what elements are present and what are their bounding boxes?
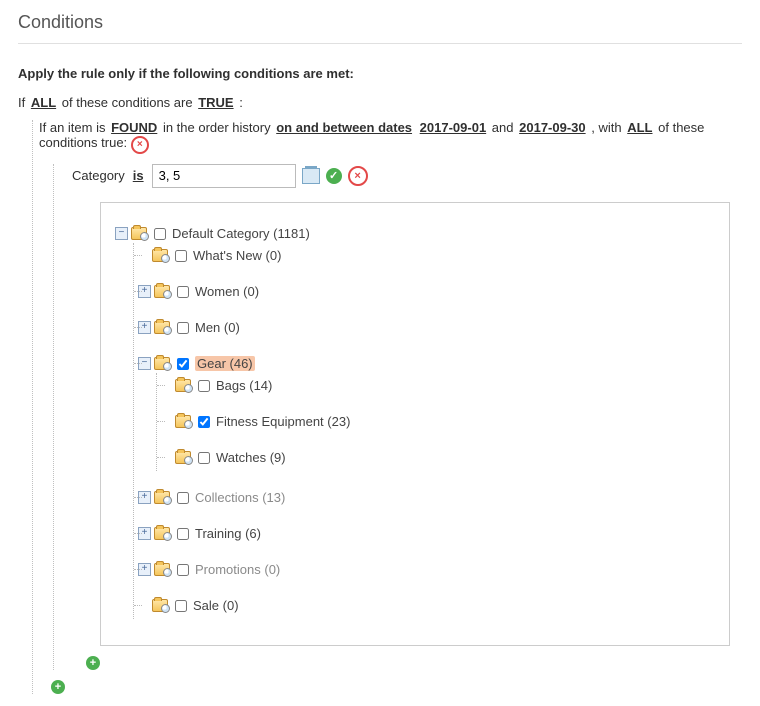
label-collections[interactable]: Collections (13) [195, 490, 285, 505]
folder-icon [131, 227, 147, 240]
checkbox-sale[interactable] [175, 600, 187, 612]
history-to-date[interactable]: 2017-09-30 [517, 120, 588, 135]
toggle-blank-icon [138, 600, 149, 611]
toggle-blank-icon [161, 452, 172, 463]
tree-node-watches: Watches (9) [161, 445, 715, 471]
checkbox-bags[interactable] [198, 380, 210, 392]
history-prefix: If an item is [39, 120, 105, 135]
tree-node-default-category: − Default Category (1181) What's New (0) [115, 221, 715, 623]
folder-icon [152, 249, 168, 262]
remove-history-rule-icon[interactable]: × [131, 136, 149, 154]
label-men[interactable]: Men (0) [195, 320, 240, 335]
add-condition-inner-icon[interactable]: + [86, 656, 100, 670]
tree-node-bags: Bags (14) [161, 373, 715, 399]
label-promotions[interactable]: Promotions (0) [195, 562, 280, 577]
root-value[interactable]: TRUE [196, 95, 235, 110]
toggle-blank-icon [161, 416, 172, 427]
label-watches[interactable]: Watches (9) [216, 450, 286, 465]
tree-node-men: + Men (0) [138, 315, 715, 341]
checkbox-whats-new[interactable] [175, 250, 187, 262]
checkbox-promotions[interactable] [177, 564, 189, 576]
toggle-blank-icon [161, 380, 172, 391]
folder-icon [154, 321, 170, 334]
tree-node-fitness: Fitness Equipment (23) [161, 409, 715, 435]
tree-node-whats-new: What's New (0) [138, 243, 715, 269]
history-and: and [492, 120, 514, 135]
folder-icon [152, 599, 168, 612]
toggle-blank-icon [138, 250, 149, 261]
history-mid2: , with [591, 120, 621, 135]
root-aggregator[interactable]: ALL [29, 95, 58, 110]
root-rule-suffix: : [239, 95, 243, 110]
chooser-open-icon[interactable] [302, 168, 320, 184]
tree-node-training: + Training (6) [138, 521, 715, 547]
expand-icon[interactable]: + [138, 527, 151, 540]
label-bags[interactable]: Bags (14) [216, 378, 272, 393]
collapse-icon[interactable]: − [115, 227, 128, 240]
label-sale[interactable]: Sale (0) [193, 598, 239, 613]
add-condition-outer-icon[interactable]: + [51, 680, 65, 694]
folder-icon [154, 527, 170, 540]
label-fitness[interactable]: Fitness Equipment (23) [216, 414, 350, 429]
history-rule-line: If an item is FOUND in the order history… [39, 120, 742, 154]
category-tree: − Default Category (1181) What's New (0) [100, 202, 730, 646]
checkbox-training[interactable] [177, 528, 189, 540]
label-women[interactable]: Women (0) [195, 284, 259, 299]
checkbox-collections[interactable] [177, 492, 189, 504]
expand-icon[interactable]: + [138, 563, 151, 576]
folder-icon [154, 563, 170, 576]
folder-icon [154, 357, 170, 370]
history-from-date[interactable]: 2017-09-01 [418, 120, 489, 135]
lead-text: Apply the rule only if the following con… [18, 66, 742, 81]
expand-icon[interactable]: + [138, 321, 151, 334]
category-condition: Category is ✓ × [72, 164, 742, 188]
folder-icon [154, 285, 170, 298]
checkbox-default-category[interactable] [154, 228, 166, 240]
checkbox-gear[interactable] [177, 358, 189, 370]
folder-icon [175, 379, 191, 392]
checkbox-men[interactable] [177, 322, 189, 334]
category-operator[interactable]: is [131, 168, 146, 183]
root-rule-prefix: If [18, 95, 25, 110]
tree-node-women: + Women (0) [138, 279, 715, 305]
folder-icon [175, 415, 191, 428]
checkbox-fitness[interactable] [198, 416, 210, 428]
history-found[interactable]: FOUND [109, 120, 159, 135]
label-gear[interactable]: Gear (46) [195, 356, 255, 371]
category-attr[interactable]: Category [72, 168, 125, 183]
label-default-category[interactable]: Default Category (1181) [172, 226, 310, 241]
checkbox-women[interactable] [177, 286, 189, 298]
expand-icon[interactable]: + [138, 285, 151, 298]
label-whats-new[interactable]: What's New (0) [193, 248, 281, 263]
tree-node-collections: + Collections (13) [138, 485, 715, 511]
divider [18, 43, 742, 44]
expand-icon[interactable]: + [138, 491, 151, 504]
history-range-label[interactable]: on and between dates [274, 120, 414, 135]
history-children: Category is ✓ × − Default Category (1181… [53, 164, 742, 670]
folder-icon [175, 451, 191, 464]
checkbox-watches[interactable] [198, 452, 210, 464]
section-title: Conditions [18, 12, 742, 33]
collapse-icon[interactable]: − [138, 357, 151, 370]
tree-node-sale: Sale (0) [138, 593, 715, 619]
root-rule-line: If ALL of these conditions are TRUE : [18, 95, 742, 110]
label-training[interactable]: Training (6) [195, 526, 261, 541]
history-mid1: in the order history [163, 120, 271, 135]
tree-node-promotions: + Promotions (0) [138, 557, 715, 583]
tree-node-gear: − Gear (46) [138, 351, 715, 475]
apply-icon[interactable]: ✓ [326, 168, 342, 184]
folder-icon [154, 491, 170, 504]
history-aggregator[interactable]: ALL [625, 120, 654, 135]
root-rule-mid: of these conditions are [62, 95, 193, 110]
root-children: If an item is FOUND in the order history… [32, 120, 742, 694]
remove-category-cond-icon[interactable]: × [348, 166, 368, 186]
category-value-input[interactable] [152, 164, 296, 188]
